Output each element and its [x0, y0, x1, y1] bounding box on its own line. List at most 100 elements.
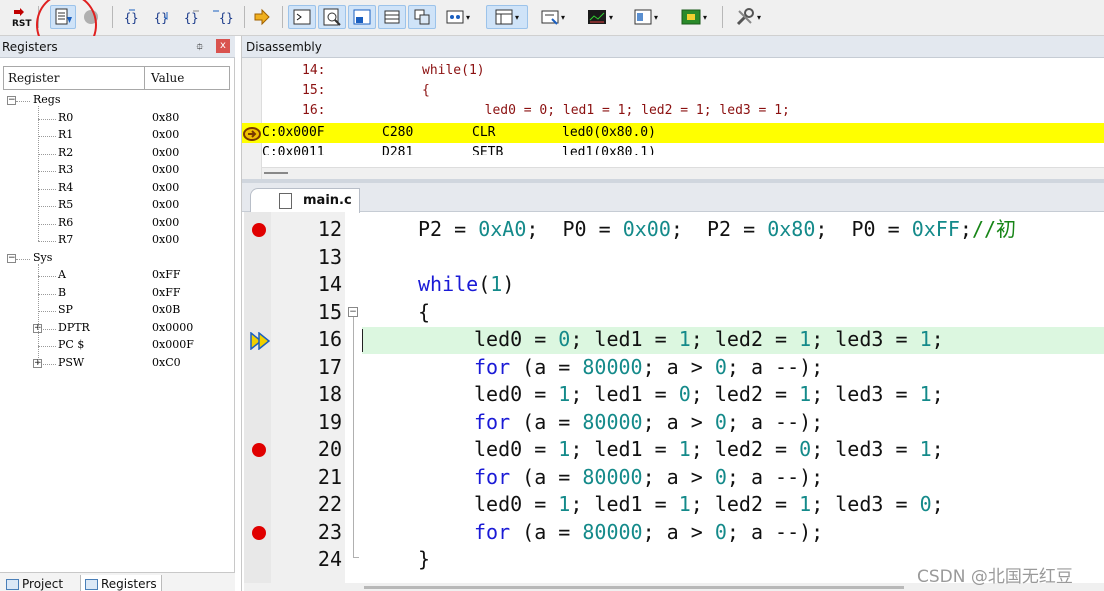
- register-value[interactable]: 0xC0: [152, 356, 181, 369]
- source-line-code[interactable]: {: [422, 81, 430, 101]
- code-line[interactable]: for (a = 80000; a > 0; a --);: [474, 354, 823, 381]
- instruction-row[interactable]: C:0x0011 D281 SETB led1(0x80.1): [242, 143, 1104, 155]
- code-token: 1: [919, 437, 932, 461]
- step-over-button[interactable]: {}: [150, 5, 174, 29]
- register-value[interactable]: 0xFF: [152, 286, 180, 299]
- close-icon[interactable]: x: [216, 39, 230, 53]
- column-value[interactable]: Value: [151, 71, 184, 85]
- register-value[interactable]: 0x000F: [152, 338, 194, 351]
- code-token: ; P0 =: [815, 217, 912, 241]
- call-stack-window-button[interactable]: [408, 5, 436, 29]
- register-group[interactable]: Sys: [33, 251, 52, 268]
- code-line[interactable]: led0 = 0; led1 = 1; led2 = 1; led3 = 1;: [474, 326, 944, 353]
- register-row[interactable]: PC $ 0x000F: [0, 338, 230, 355]
- register-value[interactable]: 0xFF: [152, 268, 180, 281]
- step-button[interactable]: {}: [120, 5, 144, 29]
- code-line[interactable]: }: [418, 546, 430, 573]
- breakpoint-icon[interactable]: [252, 223, 266, 237]
- code-line[interactable]: while(1): [418, 271, 514, 298]
- analysis-window-button[interactable]: ▾: [580, 5, 620, 29]
- register-row[interactable]: R6 0x00: [0, 216, 230, 233]
- register-row[interactable]: A 0xFF: [0, 268, 230, 285]
- source-line-code[interactable]: while(1): [422, 61, 485, 81]
- registers-window-icon: [384, 10, 400, 24]
- code-line[interactable]: for (a = 80000; a > 0; a --);: [474, 464, 823, 491]
- code-token: ; led3 =: [811, 327, 920, 351]
- register-value[interactable]: 0x00: [152, 163, 179, 176]
- code-token: ; led1 =: [570, 492, 679, 516]
- register-row[interactable]: R1 0x00: [0, 128, 230, 145]
- register-row[interactable]: B 0xFF: [0, 286, 230, 303]
- register-name: R3: [58, 163, 74, 176]
- register-row[interactable]: R4 0x00: [0, 181, 230, 198]
- breakpoint-icon[interactable]: [252, 443, 266, 457]
- pin-icon[interactable]: ⯐: [196, 40, 204, 57]
- register-row[interactable]: PSW 0xC0: [0, 356, 230, 373]
- registers-window-button[interactable]: [378, 5, 406, 29]
- show-next-statement-button[interactable]: [250, 5, 274, 29]
- command-window-icon: [293, 9, 311, 25]
- register-row[interactable]: R0 0x80: [0, 111, 230, 128]
- register-name: R1: [58, 128, 74, 141]
- register-row[interactable]: R3 0x00: [0, 163, 230, 180]
- fold-toggle[interactable]: −: [348, 307, 358, 317]
- register-row[interactable]: R2 0x00: [0, 146, 230, 163]
- register-row[interactable]: R5 0x00: [0, 198, 230, 215]
- register-name: B: [58, 285, 67, 299]
- stop-button[interactable]: [80, 5, 102, 29]
- register-value[interactable]: 0x00: [152, 146, 179, 159]
- tab-registers[interactable]: Registers: [80, 575, 162, 591]
- system-viewer-button[interactable]: ▾: [672, 5, 716, 29]
- register-value[interactable]: 0x00: [152, 181, 179, 194]
- disassembly-window-button[interactable]: [318, 5, 346, 29]
- register-value[interactable]: 0x00: [152, 233, 179, 246]
- watch-window-button[interactable]: ▾: [440, 5, 476, 29]
- register-value[interactable]: 0x00: [152, 128, 179, 141]
- code-line[interactable]: for (a = 80000; a > 0; a --);: [474, 519, 823, 546]
- command-window-button[interactable]: [288, 5, 316, 29]
- register-row[interactable]: SP 0x0B: [0, 303, 230, 320]
- trace-window-button[interactable]: ▾: [626, 5, 666, 29]
- reset-button[interactable]: RST: [10, 5, 34, 29]
- register-value[interactable]: 0x80: [152, 111, 179, 124]
- register-column-header: Register Value: [3, 66, 230, 90]
- register-row[interactable]: R7 0x00: [0, 233, 230, 250]
- project-tab-icon: [6, 579, 19, 590]
- run-button[interactable]: [50, 5, 76, 29]
- run-to-cursor-button[interactable]: {}: [210, 5, 236, 29]
- line-number: 21: [317, 464, 342, 489]
- line-number: 14: [317, 272, 342, 296]
- code-line[interactable]: for (a = 80000; a > 0; a --);: [474, 409, 823, 436]
- code-token: 80000: [582, 409, 643, 434]
- serial-window-button[interactable]: ▾: [534, 5, 572, 29]
- code-line[interactable]: led0 = 1; led1 = 1; led2 = 1; led3 = 0;: [474, 491, 944, 518]
- code-line[interactable]: {: [418, 299, 430, 326]
- register-value[interactable]: 0x0B: [152, 303, 180, 316]
- tab-project[interactable]: Project: [2, 575, 67, 591]
- step-out-button[interactable]: {}: [180, 5, 204, 29]
- code-token: ; a --);: [726, 354, 824, 379]
- code-line[interactable]: led0 = 1; led1 = 0; led2 = 1; led3 = 1;: [474, 381, 944, 408]
- collapse-toggle[interactable]: −: [7, 96, 16, 105]
- editor-scroll-thumb[interactable]: [364, 586, 904, 589]
- code-token: (a =: [510, 464, 583, 489]
- register-value[interactable]: 0x0000: [152, 321, 193, 334]
- breakpoint-icon[interactable]: [252, 525, 266, 540]
- register-value[interactable]: 0x00: [152, 198, 179, 211]
- source-line-code[interactable]: led0 = 0; led1 = 1; led2 = 1; led3 = 1;: [422, 101, 790, 121]
- disassembly-scroll-thumb[interactable]: [264, 172, 288, 174]
- symbols-window-button[interactable]: [348, 5, 376, 29]
- memory-window-button[interactable]: ▾: [486, 5, 528, 29]
- code-token: 1: [558, 492, 571, 516]
- disassembly-scrollbar[interactable]: [262, 167, 1104, 179]
- toolbox-button[interactable]: ▾: [728, 5, 768, 29]
- instruction-row[interactable]: C:0x000F C280 CLR led0(0x80.0): [242, 123, 1104, 143]
- collapse-toggle[interactable]: −: [7, 253, 16, 263]
- column-register[interactable]: Register: [8, 71, 59, 85]
- code-line[interactable]: led0 = 1; led1 = 1; led2 = 0; led3 = 1;: [474, 436, 944, 463]
- step-icon: {}: [124, 9, 138, 25]
- register-row[interactable]: DPTR 0x0000: [0, 321, 230, 338]
- code-line[interactable]: P2 = 0xA0; P0 = 0x00; P2 = 0x80; P0 = 0x…: [418, 216, 1016, 243]
- register-value[interactable]: 0x00: [152, 216, 179, 229]
- tab-main-c[interactable]: main.c: [250, 188, 360, 213]
